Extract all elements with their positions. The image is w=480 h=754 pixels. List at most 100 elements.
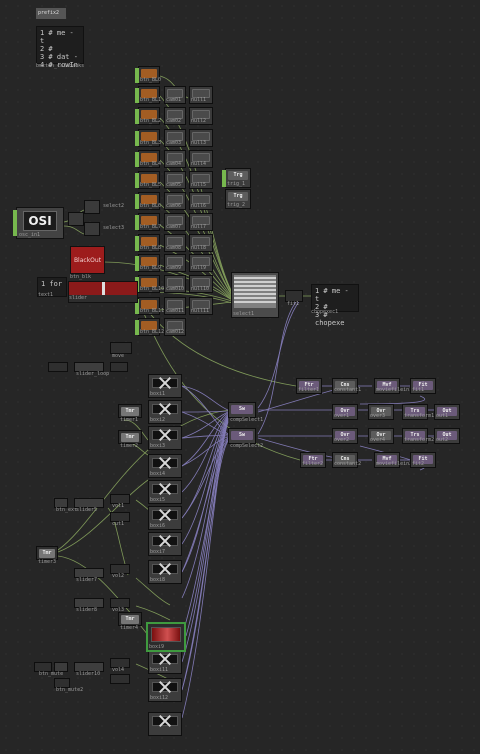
- trigger-node[interactable]: Trg trig_2: [225, 189, 251, 209]
- null-node[interactable]: btn_mute2: [54, 678, 83, 693]
- button-node[interactable]: btn_ext: [54, 498, 77, 513]
- button-comp-node[interactable]: btn_BL12: [135, 318, 164, 336]
- osc-select-node[interactable]: [68, 212, 84, 226]
- null-chop-node[interactable]: null5: [189, 171, 213, 189]
- code-mid-editor[interactable]: 1 # me - t 2 # 3 # chopexe: [311, 284, 359, 327]
- top-operator-node[interactable]: Out out1: [434, 404, 460, 420]
- button-comp-node[interactable]: btn_BL11: [135, 297, 164, 315]
- button-comp-node[interactable]: btn_BL9: [135, 254, 161, 272]
- null-chop-node[interactable]: null11: [189, 297, 213, 315]
- slider-node[interactable]: slider5: [74, 498, 104, 513]
- slider-node[interactable]: slider10: [74, 662, 104, 677]
- button-comp-node[interactable]: btn_BL3: [135, 129, 161, 147]
- top-operator-node[interactable]: Fit fit2: [410, 452, 436, 468]
- slider-node[interactable]: slider7: [74, 568, 104, 583]
- chop-node[interactable]: cam06: [164, 192, 186, 210]
- button-comp-node[interactable]: btn_BL2: [135, 107, 161, 125]
- top-operator-node[interactable]: Ovr over4: [368, 428, 394, 444]
- slider-loop-node[interactable]: slider_loop: [74, 362, 109, 377]
- switch-node[interactable]: Sw compSelect2: [228, 428, 263, 449]
- video-preview-node[interactable]: boxi9: [146, 622, 186, 652]
- osc-in-node[interactable]: OSI osc_in1: [13, 207, 64, 239]
- top-operator-node[interactable]: Mvf moviefilein1: [374, 378, 412, 394]
- osc-select-node[interactable]: select3: [84, 222, 124, 236]
- null-node[interactable]: [48, 362, 68, 372]
- select-chop-node[interactable]: select1: [231, 272, 279, 318]
- button-comp-node[interactable]: btn_BL8: [135, 234, 161, 252]
- null-node[interactable]: [110, 362, 128, 372]
- timer-node[interactable]: Tmr timer2: [118, 430, 142, 449]
- cut-node[interactable]: cut1: [110, 512, 130, 527]
- null-chop-node[interactable]: null6: [189, 192, 213, 210]
- null-chop-node[interactable]: null9: [189, 254, 213, 272]
- fit-node[interactable]: fit1: [285, 290, 303, 307]
- null-chop-node[interactable]: null8: [189, 234, 213, 252]
- button-comp-node[interactable]: btn_BL5: [135, 171, 161, 189]
- code-top-node[interactable]: prefix2 1 # me - t 2 # 3 # dat - 4 # row…: [36, 8, 86, 69]
- null-chop-node[interactable]: null10: [189, 275, 213, 293]
- button-comp-node[interactable]: btn_BL0: [135, 66, 161, 84]
- button-comp-node[interactable]: btn_BL1: [135, 86, 161, 104]
- chop-node[interactable]: cam01: [164, 86, 186, 104]
- null-node[interactable]: move: [110, 342, 132, 359]
- timer-node[interactable]: Tmr timer1: [118, 404, 142, 423]
- chop-node[interactable]: cam02: [164, 107, 186, 125]
- null-chop-node[interactable]: null1: [189, 86, 213, 104]
- top-operator-node[interactable]: Trs transform1: [402, 404, 434, 420]
- chop-node[interactable]: cam09: [164, 254, 186, 272]
- blackout-button[interactable]: BlackOut: [70, 246, 105, 274]
- top-node[interactable]: boxi4: [148, 454, 182, 478]
- null-chop-node[interactable]: null7: [189, 213, 213, 231]
- slider-node[interactable]: slider8: [74, 598, 104, 613]
- vol-node[interactable]: vol3: [110, 598, 130, 613]
- null-chop-node[interactable]: null2: [189, 107, 213, 125]
- switch-node[interactable]: Sw compSelect1: [228, 402, 263, 423]
- main-slider[interactable]: slider: [68, 281, 138, 303]
- button-node[interactable]: btn_mute: [39, 662, 68, 677]
- top-node[interactable]: boxi11: [148, 650, 182, 674]
- chop-node[interactable]: cam010: [164, 275, 186, 293]
- top-node[interactable]: [148, 712, 182, 736]
- chop-node[interactable]: cam012: [164, 318, 186, 336]
- vol-node[interactable]: vol1: [110, 494, 130, 509]
- chop-node[interactable]: cam07: [164, 213, 186, 231]
- button-comp-node[interactable]: btn_BL6: [135, 192, 161, 210]
- chop-node[interactable]: cam04: [164, 150, 186, 168]
- top-operator-node[interactable]: Ovr over1: [332, 404, 358, 420]
- button-comp-node[interactable]: btn_BL4: [135, 150, 161, 168]
- timer-node[interactable]: Tmr timer3: [36, 546, 58, 565]
- top-operator-node[interactable]: Fit fit1: [410, 378, 436, 394]
- top-node[interactable]: boxi12: [148, 678, 182, 702]
- top-node[interactable]: boxi5: [148, 480, 182, 504]
- vol-node[interactable]: vol2: [110, 564, 130, 579]
- chop-node[interactable]: cam08: [164, 234, 186, 252]
- network-editor-canvas[interactable]: prefix2 1 # me - t 2 # 3 # dat - 4 # row…: [0, 0, 480, 754]
- null-node[interactable]: [110, 674, 130, 684]
- top-node[interactable]: boxi6: [148, 506, 182, 530]
- top-operator-node[interactable]: Ftr filter1: [296, 378, 322, 394]
- top-operator-node[interactable]: Ftr filter2: [300, 452, 326, 468]
- top-node[interactable]: boxi7: [148, 532, 182, 556]
- top-node[interactable]: boxi3: [148, 426, 182, 450]
- button-comp-node[interactable]: btn_BL7: [135, 213, 161, 231]
- trigger-node[interactable]: Trg trig_1: [222, 168, 251, 188]
- chop-node[interactable]: cam05: [164, 171, 186, 189]
- code-top-editor[interactable]: 1 # me - t 2 # 3 # dat - 4 # rowIn: [36, 26, 84, 69]
- chop-node[interactable]: cam011: [164, 297, 186, 315]
- null-chop-node[interactable]: null3: [189, 129, 213, 147]
- slider-knob[interactable]: [102, 282, 105, 296]
- top-node[interactable]: boxi2: [148, 400, 182, 424]
- chop-node[interactable]: cam03: [164, 129, 186, 147]
- button-comp-node[interactable]: btn_BL10: [135, 275, 164, 293]
- null-chop-node[interactable]: null4: [189, 150, 213, 168]
- top-node[interactable]: boxi8: [148, 560, 182, 584]
- osc-select-node[interactable]: select2: [84, 200, 124, 214]
- top-operator-node[interactable]: Mvf moviefilein2: [374, 452, 412, 468]
- top-operator-node[interactable]: Cns constant1: [332, 378, 361, 394]
- top-node[interactable]: boxi1: [148, 374, 182, 398]
- top-operator-node[interactable]: Ovr over3: [368, 404, 394, 420]
- top-operator-node[interactable]: Out out2: [434, 428, 460, 444]
- top-operator-node[interactable]: Ovr over2: [332, 428, 358, 444]
- top-operator-node[interactable]: Cns constant2: [332, 452, 361, 468]
- vol-node[interactable]: vol4: [110, 658, 130, 673]
